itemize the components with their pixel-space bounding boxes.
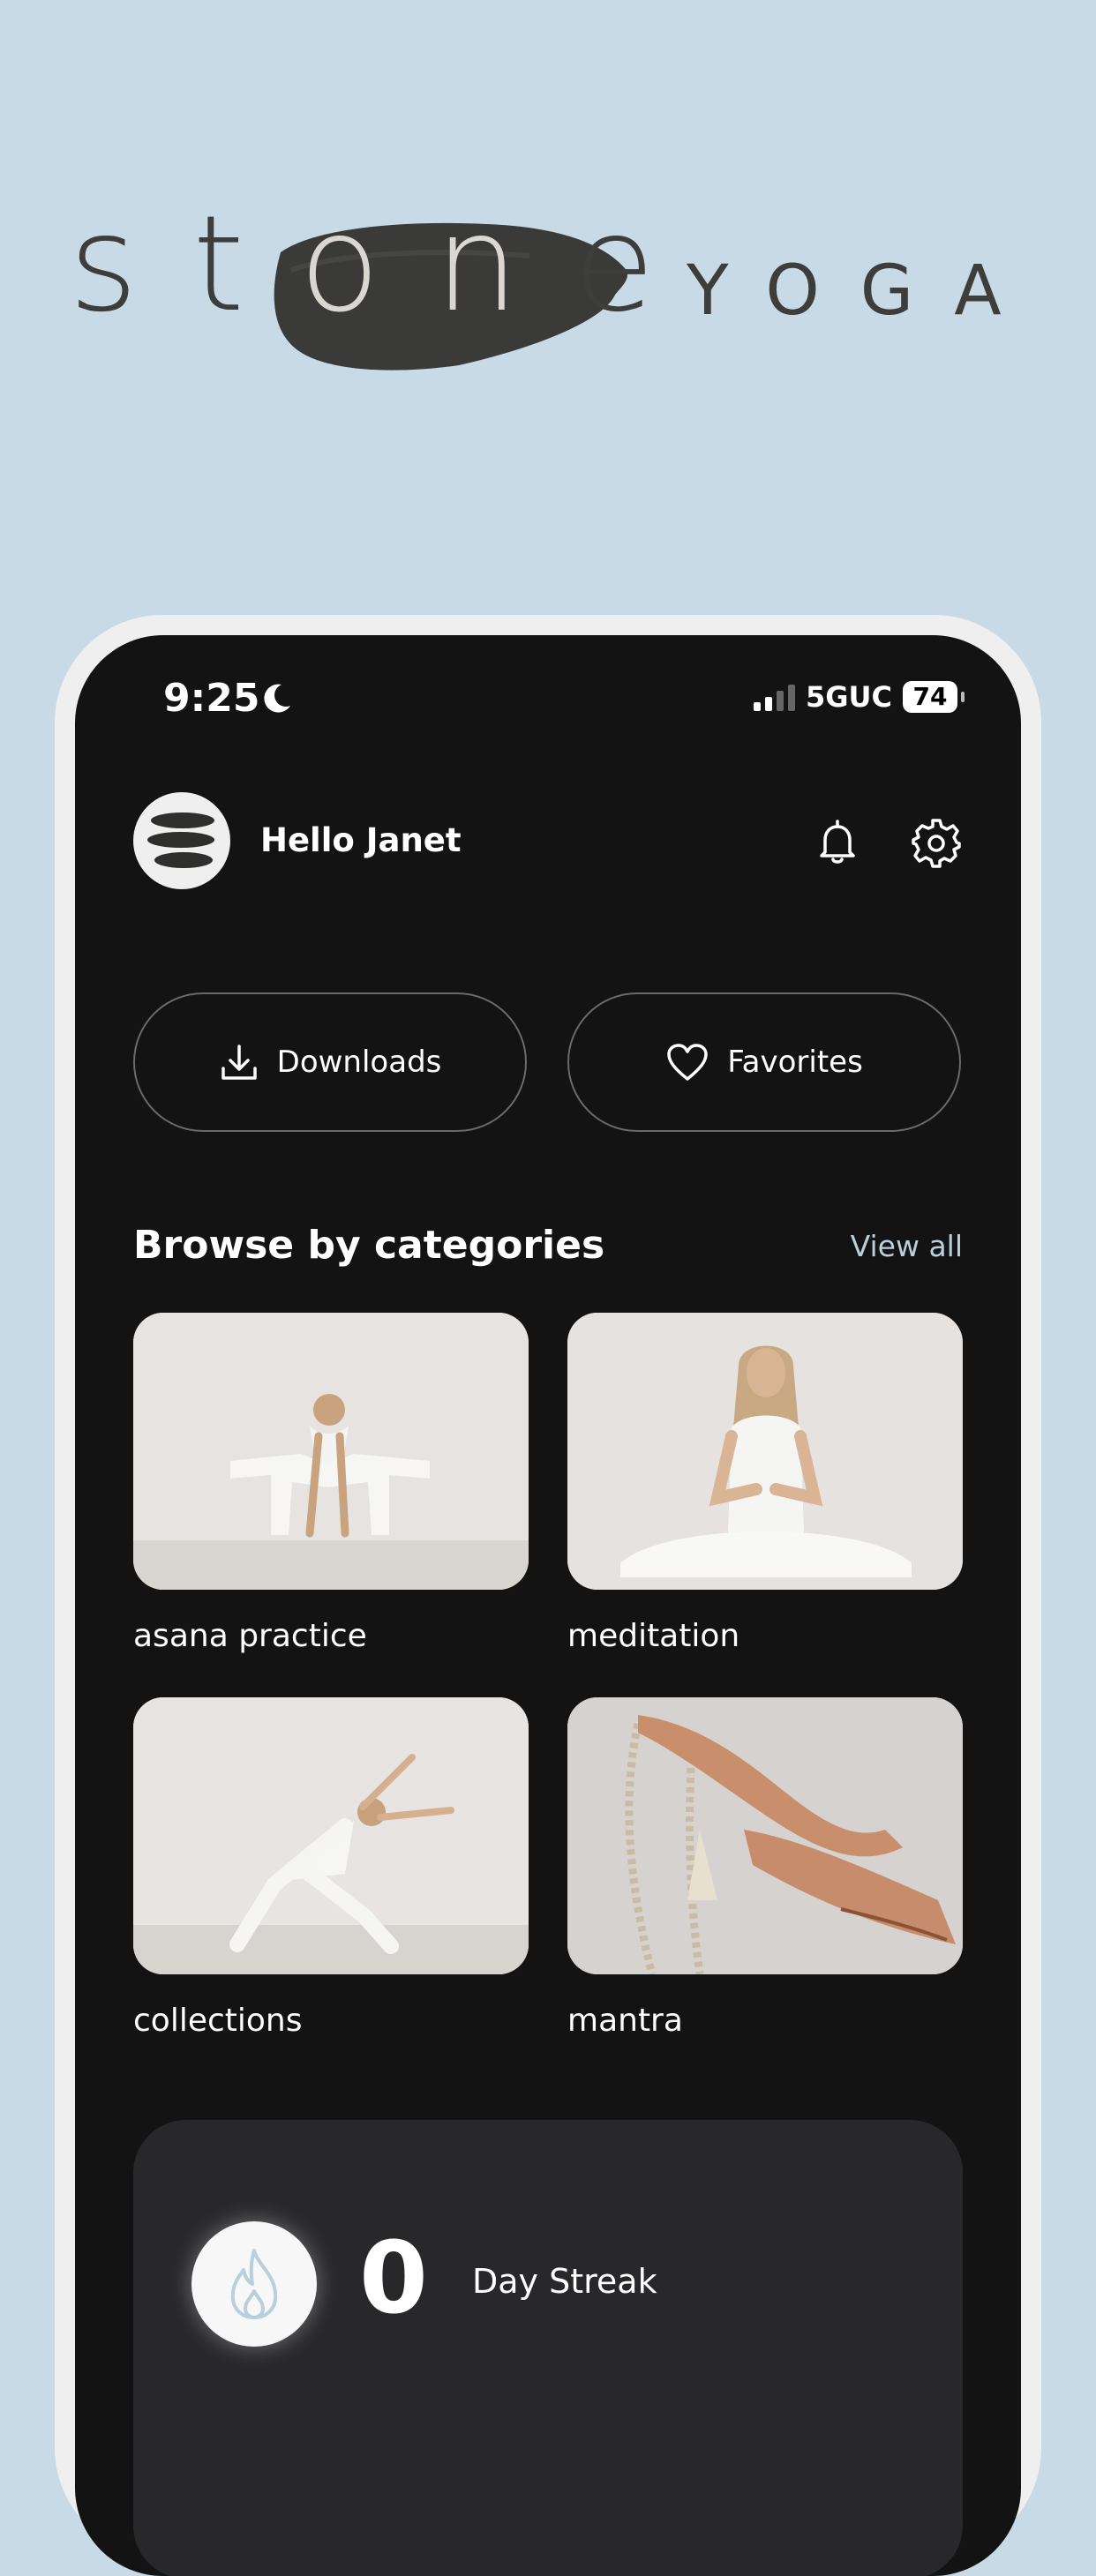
section-title: Browse by categories xyxy=(133,1223,605,1268)
greeting: Hello Janet xyxy=(260,821,462,859)
flame-badge xyxy=(191,2221,317,2347)
downloads-label: Downloads xyxy=(276,1045,442,1080)
category-tile-meditation[interactable] xyxy=(567,1313,963,1590)
phone-screen: 9:25 5GUC 74 Hello Janet Downloads Favor… xyxy=(75,635,1021,2576)
moon-icon xyxy=(264,684,290,713)
logo-word-highlight: on xyxy=(298,188,574,341)
streak-card[interactable]: 0 Day Streak xyxy=(133,2120,963,2576)
gear-icon[interactable] xyxy=(910,817,963,870)
network-label: 5GUC xyxy=(806,680,892,714)
category-label: collections xyxy=(133,2003,303,2039)
stone-avatar-icon xyxy=(147,812,214,868)
category-photo xyxy=(567,1697,963,1974)
avatar[interactable] xyxy=(133,792,230,889)
streak-label: Day Streak xyxy=(472,2262,657,2301)
favorites-button[interactable]: Favorites xyxy=(567,992,961,1132)
bell-icon[interactable] xyxy=(813,817,862,866)
status-indicators: 5GUC 74 xyxy=(754,679,965,715)
downloads-button[interactable]: Downloads xyxy=(133,992,527,1132)
signal-icon xyxy=(754,683,795,711)
view-all-link[interactable]: View all xyxy=(851,1224,963,1269)
category-photo xyxy=(567,1313,963,1590)
heart-icon xyxy=(667,1044,708,1081)
category-photo xyxy=(133,1697,529,1974)
logo-word-prefix: st xyxy=(69,188,299,341)
status-bar: 9:25 5GUC 74 xyxy=(75,635,1021,759)
logo-yoga-text: YOGA xyxy=(687,251,1042,331)
battery-icon: 74 xyxy=(903,681,965,713)
favorites-label: Favorites xyxy=(727,1045,863,1080)
logo-wordmark: stone xyxy=(69,176,709,353)
category-label: meditation xyxy=(567,1618,740,1654)
category-photo xyxy=(133,1313,529,1590)
header: Hello Janet xyxy=(133,792,963,889)
category-tile-mantra[interactable] xyxy=(567,1697,963,1974)
category-tile-collections[interactable] xyxy=(133,1697,529,1974)
status-time: 9:25 xyxy=(163,676,260,721)
download-icon xyxy=(221,1045,257,1080)
category-label: mantra xyxy=(567,2003,683,2039)
streak-count: 0 xyxy=(359,2221,428,2336)
category-label: asana practice xyxy=(133,1618,367,1654)
category-tile-asana-practice[interactable] xyxy=(133,1313,529,1590)
flame-icon xyxy=(230,2249,278,2319)
